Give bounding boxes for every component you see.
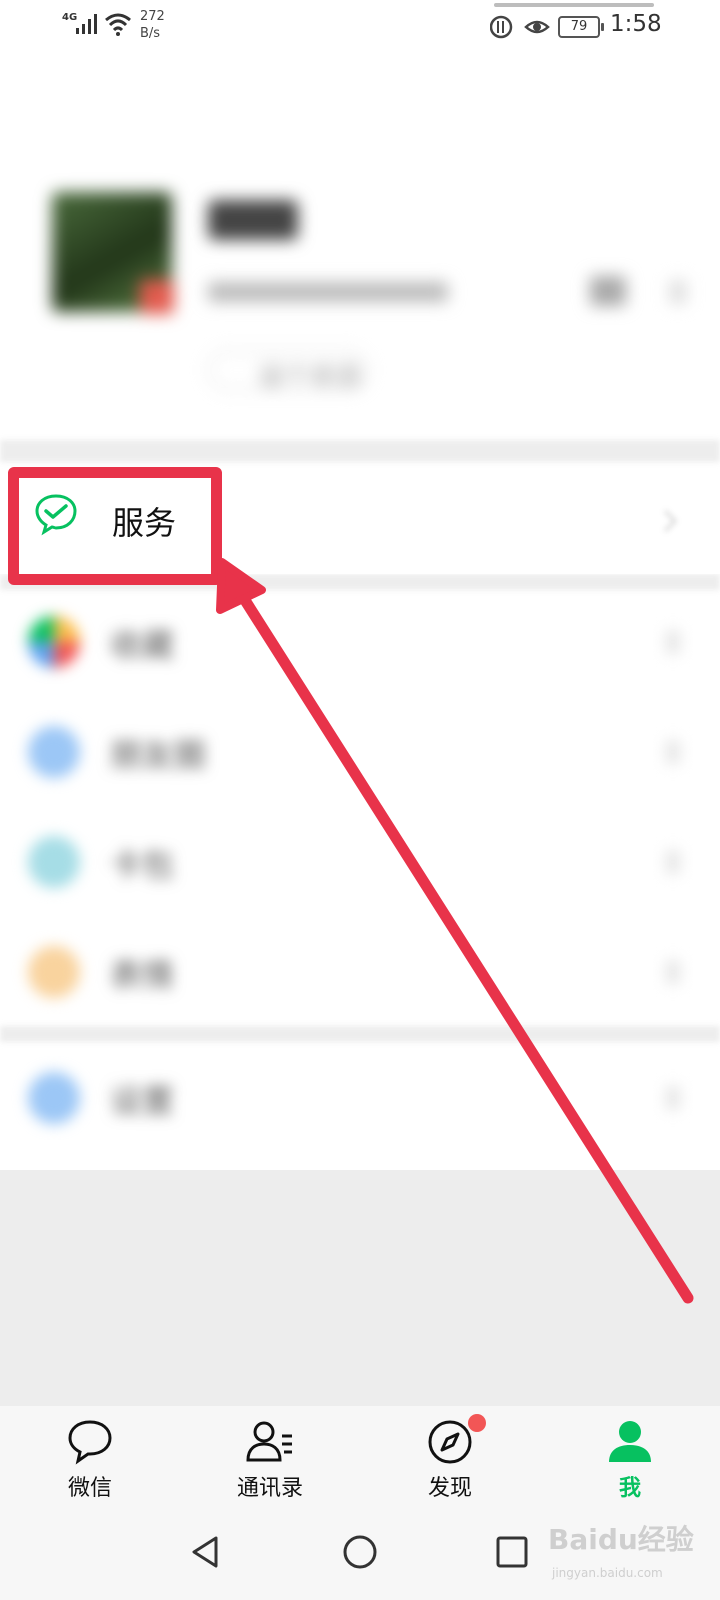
- data-saver-icon: [490, 15, 513, 39]
- wifi-icon: [105, 13, 131, 36]
- qr-code-icon[interactable]: [590, 276, 626, 306]
- chevron-right-icon: [666, 960, 680, 984]
- chevron-right-icon: [666, 740, 680, 764]
- menu-item-label: 表情: [110, 956, 175, 994]
- network-type: 4G: [62, 12, 78, 23]
- settings-icon: [28, 1072, 80, 1124]
- avatar-badge: [140, 280, 174, 314]
- recents-icon[interactable]: [492, 1532, 532, 1572]
- menu-item-favorites[interactable]: 收藏: [0, 588, 720, 698]
- menu-item-label: 收藏: [110, 626, 175, 664]
- menu-item-label: 卡包: [110, 846, 175, 884]
- tab-contacts[interactable]: 通讯录: [210, 1406, 330, 1510]
- clock: 1:58: [610, 11, 662, 37]
- menu-item-label: 设置: [110, 1082, 175, 1120]
- chevron-right-icon: [663, 509, 678, 533]
- tab-me[interactable]: 我: [570, 1406, 690, 1510]
- tab-discover[interactable]: 发现: [390, 1406, 510, 1510]
- section-divider: [0, 440, 720, 462]
- profile-header[interactable]: 设个状态: [0, 170, 720, 440]
- chevron-right-icon: [666, 1086, 680, 1110]
- menu-item-moments[interactable]: 朋友圈: [0, 698, 720, 808]
- profile-name-blurred: [208, 200, 298, 240]
- status-icons: [490, 15, 550, 39]
- wechat-id-blurred: [208, 282, 448, 302]
- me-person-icon: [609, 1421, 651, 1462]
- set-status-label: 设个状态: [258, 362, 363, 392]
- empty-background: [0, 1170, 720, 1406]
- compass-icon: [428, 1420, 472, 1464]
- cards-icon: [28, 836, 80, 888]
- home-icon[interactable]: [340, 1532, 380, 1572]
- chevron-right-icon: [670, 280, 686, 304]
- menu-item-label: 朋友圈: [110, 736, 207, 774]
- contacts-icon: [246, 1421, 292, 1462]
- tab-label: 发现: [427, 1476, 472, 1501]
- chat-bubble-icon: [68, 1420, 112, 1465]
- signal-icon: [76, 14, 97, 34]
- watermark-logo: Baidu经验: [548, 1523, 694, 1556]
- menu-item-settings[interactable]: 设置: [0, 1044, 720, 1154]
- watermark-url: jingyan.baidu.com: [552, 1566, 663, 1580]
- menu-item-emoji[interactable]: 表情: [0, 918, 720, 1028]
- tab-label: 微信: [67, 1476, 112, 1501]
- chevron-right-icon: [666, 630, 680, 654]
- moments-icon: [28, 726, 80, 778]
- tab-label: 通讯录: [236, 1476, 303, 1501]
- status-divider: [494, 3, 654, 7]
- menu-list: 收藏 朋友圈 卡包 表情 设置: [0, 588, 720, 1168]
- status-bar: 4G 272 B/s 79 1:58: [0, 0, 720, 56]
- eye-icon: [524, 20, 550, 34]
- chevron-right-icon: [666, 850, 680, 874]
- tab-chats[interactable]: 微信: [30, 1406, 150, 1510]
- tab-label: 我: [618, 1476, 641, 1501]
- favorites-icon: [28, 616, 80, 668]
- notification-dot: [468, 1414, 486, 1432]
- menu-item-cards[interactable]: 卡包: [0, 808, 720, 918]
- network-speed: 272 B/s: [140, 9, 165, 41]
- back-icon[interactable]: [186, 1532, 226, 1572]
- battery-icon: 79: [558, 16, 604, 38]
- annotation-highlight-box: [8, 467, 222, 585]
- emoji-icon: [28, 946, 80, 998]
- bottom-tab-bar: 微信 通讯录 发现 我: [0, 1406, 720, 1510]
